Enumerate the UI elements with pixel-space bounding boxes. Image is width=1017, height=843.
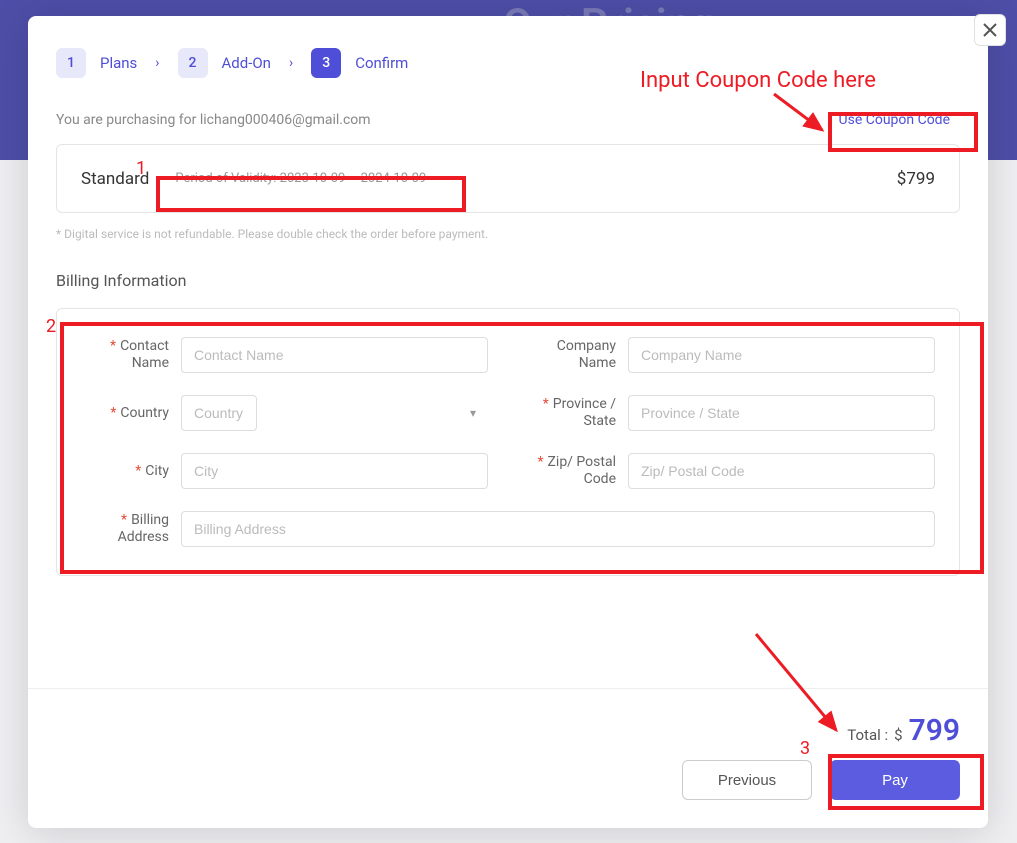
close-button[interactable] — [974, 14, 1006, 46]
step-label: Plans — [100, 54, 137, 72]
total-row: Total : $ 799 — [847, 713, 960, 748]
plan-summary-box: Standard Period of Validity: 2023-10-09 … — [56, 144, 960, 213]
chevron-down-icon: ▾ — [470, 406, 476, 420]
billing-address-field: *Billing Address — [81, 511, 935, 547]
field-label: *Zip/ Postal Code — [528, 454, 616, 488]
contact-name-field: *Contact Name — [81, 337, 488, 373]
field-label: *Province / State — [528, 396, 616, 430]
total-amount: 799 — [909, 713, 960, 748]
step-label: Add-On — [222, 54, 271, 72]
field-label: *City — [81, 463, 169, 480]
field-label: Company Name — [528, 338, 616, 372]
use-coupon-link[interactable]: Use Coupon Code — [829, 106, 960, 134]
step-number: 1 — [56, 48, 86, 78]
billing-info-title: Billing Information — [56, 271, 960, 290]
plan-price: $799 — [897, 169, 935, 189]
step-confirm: 3 Confirm — [311, 48, 408, 78]
total-label: Total : — [847, 726, 888, 744]
pay-button[interactable]: Pay — [830, 760, 960, 800]
country-field: *Country Country ▾ — [81, 395, 488, 431]
refund-disclaimer: * Digital service is not refundable. Ple… — [56, 227, 960, 241]
billing-address-input[interactable] — [181, 511, 935, 547]
province-input[interactable] — [628, 395, 935, 431]
contact-name-input[interactable] — [181, 337, 488, 373]
company-name-field: Company Name — [528, 337, 935, 373]
purchase-row: You are purchasing for lichang000406@gma… — [56, 106, 960, 134]
chevron-right-icon: › — [289, 55, 293, 71]
plan-validity: Period of Validity: 2023-10-09 ~ 2024-10… — [167, 167, 434, 190]
province-field: *Province / State — [528, 395, 935, 431]
close-icon — [983, 23, 997, 37]
purchase-modal: 1 Plans › 2 Add-On › 3 Confirm You are p… — [28, 16, 988, 828]
plan-name: Standard — [81, 169, 149, 189]
billing-info-card: *Contact Name Company Name *Country Coun… — [56, 308, 960, 576]
step-addon[interactable]: 2 Add-On — [178, 48, 271, 78]
city-input[interactable] — [181, 453, 488, 489]
country-select[interactable]: Country — [181, 395, 257, 431]
zip-input[interactable] — [628, 453, 935, 489]
currency-symbol: $ — [894, 726, 902, 744]
step-number: 2 — [178, 48, 208, 78]
chevron-right-icon: › — [155, 55, 159, 71]
field-label: *Contact Name — [81, 338, 169, 372]
modal-body: 1 Plans › 2 Add-On › 3 Confirm You are p… — [28, 16, 988, 576]
city-field: *City — [81, 453, 488, 489]
modal-footer: Total : $ 799 Previous Pay — [28, 688, 988, 828]
step-number: 3 — [311, 48, 341, 78]
field-label: *Country — [81, 405, 169, 422]
zip-field: *Zip/ Postal Code — [528, 453, 935, 489]
purchase-for-text: You are purchasing for lichang000406@gma… — [56, 112, 371, 128]
step-plans[interactable]: 1 Plans — [56, 48, 137, 78]
step-breadcrumb: 1 Plans › 2 Add-On › 3 Confirm — [56, 48, 960, 78]
field-label: *Billing Address — [81, 512, 169, 546]
company-name-input[interactable] — [628, 337, 935, 373]
previous-button[interactable]: Previous — [682, 760, 812, 800]
step-label: Confirm — [355, 54, 408, 72]
